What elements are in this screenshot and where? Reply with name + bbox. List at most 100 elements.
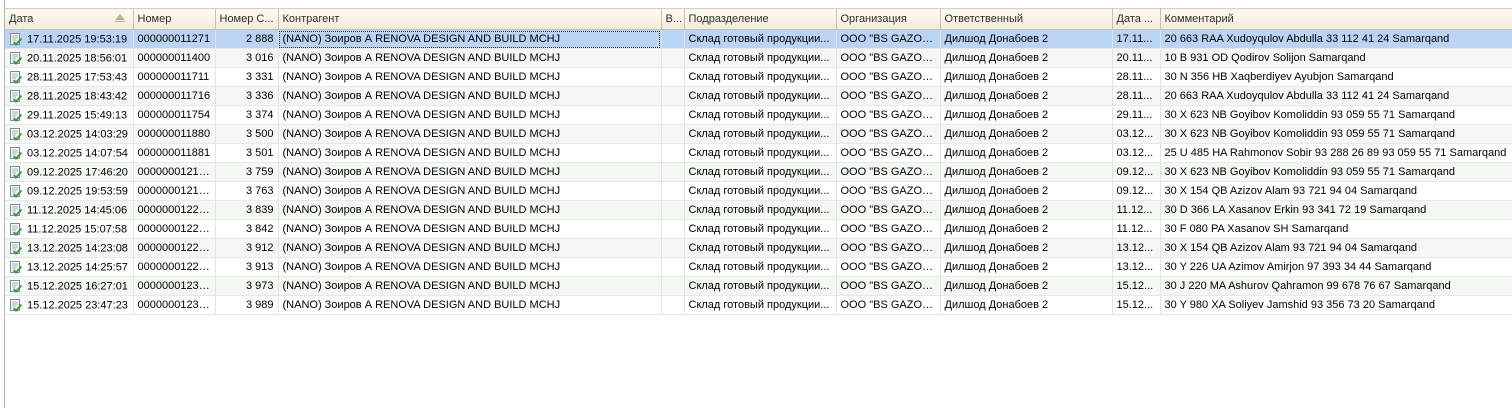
date-cell[interactable]: 28.11.2025 17:53:43 <box>5 67 134 87</box>
number-s-cell[interactable]: 3 500 <box>215 124 279 144</box>
number-s-cell[interactable]: 3 989 <box>215 295 279 315</box>
table-row[interactable]: 13.12.2025 14:23:08 000000012294 3 912 (NAN… <box>5 238 1512 258</box>
number-s-cell[interactable]: 3 331 <box>215 67 279 87</box>
table-row[interactable]: 28.11.2025 17:53:43 000000011711 3 331 (NAN… <box>5 67 1512 87</box>
organization-cell[interactable]: ООО "BS GAZOB... <box>836 238 941 258</box>
date-cell[interactable]: 03.12.2025 14:03:29 <box>5 124 134 144</box>
counterparty-cell[interactable]: (NANO) Зоиров А RENOVA DESIGN AND BUILD … <box>278 124 662 144</box>
responsible-cell[interactable]: Дилшод Донабоев 2 <box>940 105 1113 125</box>
counterparty-cell[interactable]: (NANO) Зоиров А RENOVA DESIGN AND BUILD … <box>278 162 662 182</box>
number-s-cell[interactable]: 3 374 <box>215 105 279 125</box>
v-cell[interactable] <box>661 105 685 125</box>
table-row[interactable]: 11.12.2025 15:07:58 000000012224 3 842 (NAN… <box>5 219 1512 239</box>
v-cell[interactable] <box>661 48 685 68</box>
number-cell[interactable]: 000000011880 <box>133 124 216 144</box>
number-cell[interactable]: 000000012355 <box>133 276 216 296</box>
responsible-cell[interactable]: Дилшод Донабоев 2 <box>940 200 1113 220</box>
table-row[interactable]: 15.12.2025 23:47:23 000000012371 3 989 (NAN… <box>5 295 1512 315</box>
column-header-date2[interactable]: Дата ... <box>1112 8 1161 30</box>
table-row[interactable]: 09.12.2025 19:53:59 000000012144 3 763 (NAN… <box>5 181 1512 201</box>
column-header-number[interactable]: Номер <box>133 8 216 30</box>
number-cell[interactable]: 000000011881 <box>133 143 216 163</box>
column-header-organization[interactable]: Организация <box>836 8 941 30</box>
organization-cell[interactable]: ООО "BS GAZOB... <box>836 143 941 163</box>
comment-cell[interactable]: 30 J 220 MA Ashurov Qahramon 99 678 76 6… <box>1160 276 1512 296</box>
table-row[interactable]: 29.11.2025 15:49:13 000000011754 3 374 (NAN… <box>5 105 1512 125</box>
number-s-cell[interactable]: 3 501 <box>215 143 279 163</box>
responsible-cell[interactable]: Дилшод Донабоев 2 <box>940 29 1113 49</box>
counterparty-cell[interactable]: (NANO) Зоиров А RENOVA DESIGN AND BUILD … <box>278 295 662 315</box>
responsible-cell[interactable]: Дилшод Донабоев 2 <box>940 48 1113 68</box>
date2-cell[interactable]: 03.12... <box>1112 143 1161 163</box>
comment-cell[interactable]: 30 X 623 NB Goyibov Komoliddin 93 059 55… <box>1160 124 1512 144</box>
responsible-cell[interactable]: Дилшод Донабоев 2 <box>940 86 1113 106</box>
v-cell[interactable] <box>661 181 685 201</box>
number-cell[interactable]: 000000011271 <box>133 29 216 49</box>
documents-grid[interactable]: Дата Номер Номер С... Контрагент В... По… <box>4 0 1512 408</box>
counterparty-cell[interactable]: (NANO) Зоиров А RENOVA DESIGN AND BUILD … <box>278 143 662 163</box>
table-row[interactable]: 13.12.2025 14:25:57 000000012295 3 913 (NAN… <box>5 257 1512 277</box>
number-s-cell[interactable]: 3 839 <box>215 200 279 220</box>
date2-cell[interactable]: 11.12... <box>1112 219 1161 239</box>
number-cell[interactable]: 000000012140 <box>133 162 216 182</box>
comment-cell[interactable]: 30 N 356 HB Xaqberdiyev Ayubjon Samarqan… <box>1160 67 1512 87</box>
organization-cell[interactable]: ООО "BS GAZOB... <box>836 162 941 182</box>
comment-cell[interactable]: 30 Y 980 XA Soliyev Jamshid 93 356 73 20… <box>1160 295 1512 315</box>
table-row[interactable]: 17.11.2025 19:53:19 000000011271 2 888 (NAN… <box>5 29 1512 49</box>
date-cell[interactable]: 15.12.2025 23:47:23 <box>5 295 134 315</box>
division-cell[interactable]: Склад готовый продукции... <box>684 200 837 220</box>
number-cell[interactable]: 000000011716 <box>133 86 216 106</box>
table-row[interactable]: 09.12.2025 17:46:20 000000012140 3 759 (NAN… <box>5 162 1512 182</box>
division-cell[interactable]: Склад готовый продукции... <box>684 29 837 49</box>
counterparty-cell[interactable]: (NANO) Зоиров А RENOVA DESIGN AND BUILD … <box>278 238 662 258</box>
organization-cell[interactable]: ООО "BS GAZOB... <box>836 86 941 106</box>
number-s-cell[interactable]: 3 973 <box>215 276 279 296</box>
number-cell[interactable]: 000000011711 <box>133 67 216 87</box>
v-cell[interactable] <box>661 162 685 182</box>
responsible-cell[interactable]: Дилшод Донабоев 2 <box>940 181 1113 201</box>
counterparty-cell[interactable]: (NANO) Зоиров А RENOVA DESIGN AND BUILD … <box>278 200 662 220</box>
number-cell[interactable]: 000000011754 <box>133 105 216 125</box>
comment-cell[interactable]: 10 B 931 OD Qodirov Solijon Samarqand <box>1160 48 1512 68</box>
counterparty-cell[interactable]: (NANO) Зоиров А RENOVA DESIGN AND BUILD … <box>278 67 662 87</box>
date2-cell[interactable]: 15.12... <box>1112 276 1161 296</box>
number-cell[interactable]: 000000012371 <box>133 295 216 315</box>
comment-cell[interactable]: 20 663 RAA Xudoyqulov Abdulla 33 112 41 … <box>1160 29 1512 49</box>
responsible-cell[interactable]: Дилшод Донабоев 2 <box>940 276 1113 296</box>
organization-cell[interactable]: ООО "BS GAZOB... <box>836 67 941 87</box>
organization-cell[interactable]: ООО "BS GAZOB... <box>836 29 941 49</box>
date-cell[interactable]: 15.12.2025 16:27:01 <box>5 276 134 296</box>
table-row[interactable]: 15.12.2025 16:27:01 000000012355 3 973 (NAN… <box>5 276 1512 296</box>
division-cell[interactable]: Склад готовый продукции... <box>684 181 837 201</box>
counterparty-cell[interactable]: (NANO) Зоиров А RENOVA DESIGN AND BUILD … <box>278 219 662 239</box>
division-cell[interactable]: Склад готовый продукции... <box>684 219 837 239</box>
sort-ascending-icon[interactable] <box>114 14 125 22</box>
organization-cell[interactable]: ООО "BS GAZOB... <box>836 276 941 296</box>
v-cell[interactable] <box>661 86 685 106</box>
responsible-cell[interactable]: Дилшод Донабоев 2 <box>940 295 1113 315</box>
v-cell[interactable] <box>661 67 685 87</box>
organization-cell[interactable]: ООО "BS GAZOB... <box>836 105 941 125</box>
number-cell[interactable]: 000000012224 <box>133 219 216 239</box>
date2-cell[interactable]: 28.11... <box>1112 86 1161 106</box>
v-cell[interactable] <box>661 219 685 239</box>
date2-cell[interactable]: 15.12... <box>1112 295 1161 315</box>
comment-cell[interactable]: 30 X 623 NB Goyibov Komoliddin 93 059 55… <box>1160 162 1512 182</box>
table-row[interactable]: 03.12.2025 14:03:29 000000011880 3 500 (NAN… <box>5 124 1512 144</box>
comment-cell[interactable]: 30 F 080 PA Xasanov SH Samarqand <box>1160 219 1512 239</box>
date-cell[interactable]: 11.12.2025 14:45:06 <box>5 200 134 220</box>
number-s-cell[interactable]: 3 336 <box>215 86 279 106</box>
number-s-cell[interactable]: 3 763 <box>215 181 279 201</box>
counterparty-cell[interactable]: (NANO) Зоиров А RENOVA DESIGN AND BUILD … <box>278 276 662 296</box>
v-cell[interactable] <box>661 276 685 296</box>
number-cell[interactable]: 000000012294 <box>133 238 216 258</box>
column-header-date[interactable]: Дата <box>5 8 134 30</box>
organization-cell[interactable]: ООО "BS GAZOB... <box>836 257 941 277</box>
counterparty-cell[interactable]: (NANO) Зоиров А RENOVA DESIGN AND BUILD … <box>278 257 662 277</box>
column-header-division[interactable]: Подразделение <box>684 8 837 30</box>
counterparty-cell[interactable]: (NANO) Зоиров А RENOVA DESIGN AND BUILD … <box>278 181 662 201</box>
column-header-number-s[interactable]: Номер С... <box>215 8 279 30</box>
division-cell[interactable]: Склад готовый продукции... <box>684 48 837 68</box>
table-row[interactable]: 11.12.2025 14:45:06 000000012221 3 839 (NAN… <box>5 200 1512 220</box>
counterparty-cell[interactable]: (NANO) Зоиров А RENOVA DESIGN AND BUILD … <box>278 29 662 49</box>
